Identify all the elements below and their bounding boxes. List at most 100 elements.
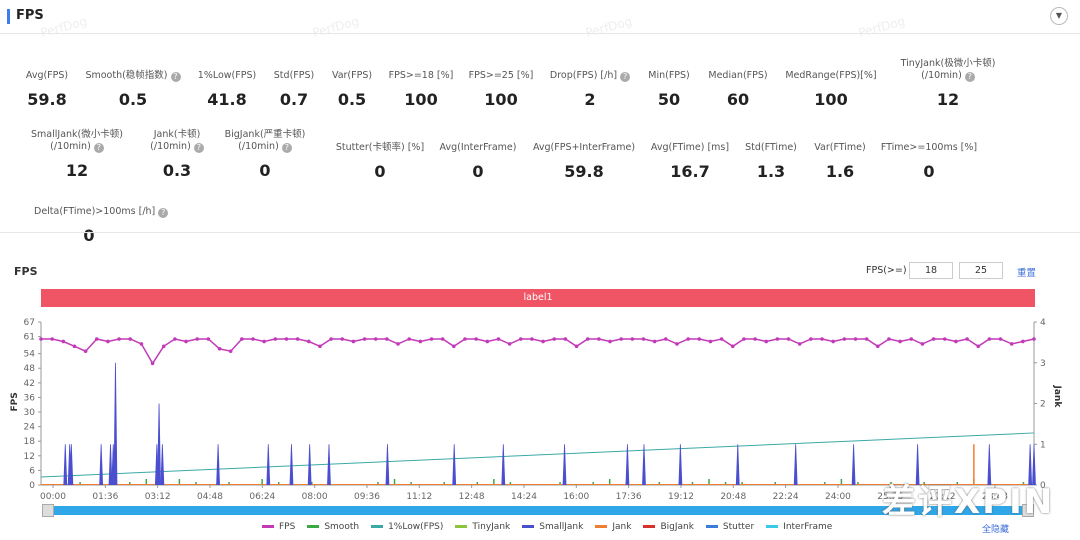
fps-point [842, 337, 847, 341]
fps-point [875, 344, 880, 349]
x-tick-label: 09:36 [354, 492, 380, 502]
fps-point [251, 337, 255, 341]
fps-point [742, 337, 746, 341]
fps-point [563, 337, 568, 341]
x-tick-label: 14:24 [511, 492, 537, 502]
smalljank-spike [157, 403, 161, 486]
legend-item[interactable]: Smooth [307, 522, 359, 532]
fps-point [362, 337, 367, 341]
fps-point [240, 337, 244, 341]
fps-point [128, 337, 133, 341]
legend-swatch [522, 525, 535, 528]
fps-point [463, 337, 467, 341]
legend-item[interactable]: 1%Low(FPS) [371, 522, 443, 532]
fps-point [619, 337, 623, 341]
y-tick-label: 67 [24, 318, 35, 328]
fps-point [150, 361, 155, 366]
legend-item[interactable]: FPS [262, 522, 295, 532]
fps-point [452, 344, 456, 349]
fps-point [106, 339, 110, 344]
fps-point [820, 337, 824, 341]
hide-all-button[interactable]: 全隐藏 [982, 522, 1009, 535]
fps-point [831, 339, 835, 344]
fps-point [574, 344, 579, 349]
overlay-watermark: 差评XPIN [882, 482, 1055, 522]
y2-tick-label: 2 [1040, 400, 1046, 410]
fps-point [295, 337, 300, 341]
x-tick-label: 06:24 [249, 492, 275, 502]
fps-point [429, 337, 434, 341]
fps-point [217, 346, 222, 351]
legend-label: BigJank [660, 522, 694, 532]
fps-point [195, 337, 200, 341]
fps-point [262, 339, 266, 344]
legend-item[interactable]: Jank [595, 522, 631, 532]
fps-point [675, 342, 679, 346]
smalljank-spike [793, 444, 798, 486]
fps-point [809, 337, 813, 341]
legend-label: Jank [612, 522, 632, 532]
fps-point [273, 337, 278, 341]
fps-point [786, 337, 791, 341]
fps-point [72, 344, 77, 349]
smalljank-spike [327, 444, 331, 486]
fps-point [440, 337, 445, 341]
smalljank-spike [113, 362, 118, 486]
one-percent-low-line [40, 432, 1035, 478]
fps-point [730, 344, 735, 349]
smalljank-spike [562, 444, 567, 486]
fps-point [797, 342, 802, 346]
legend-label: SmallJank [539, 522, 584, 532]
fps-point [652, 339, 657, 344]
fps-point [764, 339, 769, 344]
y-tick-label: 24 [24, 423, 36, 433]
legend-swatch [371, 525, 384, 528]
legend-swatch [705, 525, 718, 528]
y2-axis-label: Jank [1052, 385, 1062, 409]
x-tick-label: 01:36 [92, 492, 118, 502]
fps-point [1032, 337, 1036, 341]
fps-point [552, 337, 557, 341]
smalljank-spike [307, 444, 312, 486]
fps-point [898, 339, 902, 344]
smalljank-spike [851, 444, 856, 486]
fps-point [753, 337, 757, 341]
fps-point [496, 337, 501, 341]
y2-tick-label: 4 [1040, 318, 1046, 328]
y-tick-label: 0 [29, 481, 35, 491]
legend-label: InterFrame [783, 522, 833, 532]
fps-point [418, 339, 423, 344]
fps-point [686, 337, 690, 341]
legend-item[interactable]: TinyJank [455, 522, 510, 532]
legend-swatch [307, 525, 320, 528]
fps-point [385, 337, 389, 341]
fps-point [50, 337, 54, 341]
fps-point [942, 337, 947, 341]
fps-point [775, 337, 780, 341]
legend-item[interactable]: BigJank [643, 522, 694, 532]
fps-point [373, 337, 378, 341]
fps-point [340, 337, 345, 341]
legend-item[interactable]: SmallJank [522, 522, 583, 532]
fps-point [507, 342, 512, 346]
fps-point [708, 339, 713, 344]
fps-point [853, 337, 858, 341]
fps-point [407, 337, 411, 341]
fps-point [1021, 339, 1025, 344]
smalljank-spike [63, 444, 68, 486]
fps-point [909, 337, 914, 341]
fps-point [329, 337, 333, 341]
fps-point [697, 337, 702, 341]
slider-handle-left[interactable] [42, 504, 54, 517]
fps-point [351, 339, 356, 344]
fps-point [987, 337, 992, 341]
smalljank-spike [678, 444, 683, 486]
smalljank-spike [289, 444, 294, 486]
legend-item[interactable]: Stutter [705, 522, 754, 532]
fps-point [641, 337, 646, 341]
fps-point [920, 342, 925, 346]
fps-point [887, 337, 891, 341]
smalljank-spike [108, 444, 113, 486]
smalljank-spike [160, 444, 165, 486]
legend-item[interactable]: InterFrame [766, 522, 832, 532]
